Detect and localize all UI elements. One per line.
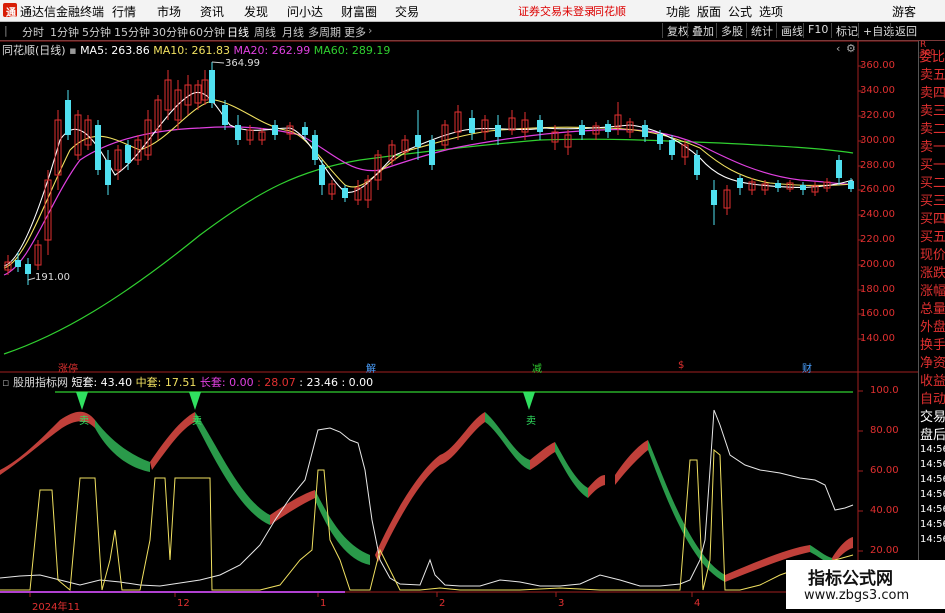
quote-label: 收益: [920, 374, 945, 389]
quote-label: 卖一: [920, 140, 945, 155]
tick-time: 14:56: [920, 459, 945, 470]
axis-label: 320.00: [860, 110, 895, 121]
tick-time: 14:56: [920, 444, 945, 455]
quote-label: 涨幅: [920, 284, 945, 299]
event-marker[interactable]: 减: [532, 360, 542, 375]
date-label: 4: [694, 598, 701, 609]
indicator-value: : 0.00: [341, 376, 374, 389]
event-marker[interactable]: 解: [366, 360, 376, 375]
sell-signal-label: 卖: [192, 416, 202, 427]
indicator-axis-label: 40.00: [870, 505, 899, 516]
quote-label: 卖四: [920, 86, 945, 101]
quote-label: 现价: [920, 248, 945, 263]
indicator-axis-label: 60.00: [870, 465, 899, 476]
indicator-axis-label: 100.0: [870, 385, 899, 396]
axis-label: 220.00: [860, 234, 895, 245]
quote-label: 外盘: [920, 320, 945, 335]
axis-label: 260.00: [860, 184, 895, 195]
axis-label: 140.00: [860, 333, 895, 344]
checkbox-icon[interactable]: ▪: [69, 44, 76, 57]
ma-legend: 同花顺(日线) ▪ MA5: 263.86 MA10: 261.83 MA20:…: [2, 42, 390, 58]
watermark-url: www.zbgs3.com: [804, 588, 910, 603]
indicator-legend: ▫ 股朋指标网 短套: 43.40 中套: 17.51 长套: 0.00 : 2…: [2, 374, 373, 390]
indicator-value: 长套: 0.00: [199, 376, 254, 389]
axis-label: 180.00: [860, 284, 895, 295]
quote-label: 净资: [920, 356, 945, 371]
sell-signal-label: 卖: [526, 416, 536, 427]
tick-time: 14:56: [920, 519, 945, 530]
quote-side-panel: R 300 委比 卖五 卖四 卖三 卖二 卖一 买一 买二 买三 买四 买五 现…: [918, 40, 945, 609]
date-label: 1: [320, 598, 327, 609]
indicator-value: : 23.46: [299, 376, 338, 389]
axis-label: 340.00: [860, 85, 895, 96]
axis-label: 280.00: [860, 160, 895, 171]
tick-time: 14:56: [920, 504, 945, 515]
axis-label: 240.00: [860, 209, 895, 220]
event-marker[interactable]: $: [678, 360, 684, 371]
stock-name: 同花顺(日线): [2, 44, 66, 57]
indicator-axis-label: 20.00: [870, 545, 899, 556]
low-price-label: 191.00: [35, 272, 70, 283]
event-marker[interactable]: 财: [802, 360, 812, 375]
axis-label: 200.00: [860, 259, 895, 270]
quote-label: 卖五: [920, 68, 945, 83]
quote-label: 买三: [920, 194, 945, 209]
high-price-label: 364.99: [225, 58, 260, 69]
auto-trade-label[interactable]: 自动: [920, 388, 945, 407]
axis-label: 360.00: [860, 60, 895, 71]
ma5-label: MA5: 263.86: [80, 44, 150, 57]
tick-time: 14:56: [920, 489, 945, 500]
quote-label: 卖二: [920, 122, 945, 137]
watermark: 指标公式网 www.zbgs3.com: [786, 560, 945, 609]
quote-label: 委比: [919, 50, 945, 65]
date-label: 2024年11: [32, 602, 81, 613]
indicator-value: 中套: 17.51: [135, 376, 197, 389]
quote-label: 总量: [920, 302, 945, 317]
date-label: 12: [177, 598, 190, 609]
quote-label: 卖三: [920, 104, 945, 119]
ma20-label: MA20: 262.99: [233, 44, 311, 57]
quote-label: 涨跌: [920, 266, 945, 281]
ma10-label: MA10: 261.83: [153, 44, 230, 57]
indicator-value: 短套: 43.40: [71, 376, 133, 389]
chevron-left-icon[interactable]: ‹: [836, 42, 840, 55]
tick-time: 14:56: [920, 534, 945, 545]
indicator-value: : 28.07: [257, 376, 296, 389]
kline-chart[interactable]: [0, 0, 945, 609]
trade-label[interactable]: 交易: [920, 406, 945, 425]
sell-signal-label: 卖: [79, 416, 89, 427]
indicator-name[interactable]: 股朋指标网: [13, 376, 68, 389]
axis-label: 300.00: [860, 135, 895, 146]
after-hours-label[interactable]: 盘后: [920, 424, 945, 443]
checkbox-icon[interactable]: ▫: [2, 376, 9, 389]
quote-label: 买四: [920, 212, 945, 227]
quote-label: 买五: [920, 230, 945, 245]
quote-label: 换手: [920, 338, 945, 353]
event-marker[interactable]: 涨停: [58, 360, 78, 375]
tick-time: 14:56: [920, 474, 945, 485]
indicator-axis-label: 80.00: [870, 425, 899, 436]
watermark-title: 指标公式网: [808, 569, 893, 589]
settings-icon[interactable]: ⚙: [846, 42, 856, 55]
quote-label: 买一: [920, 158, 945, 173]
quote-label: 买二: [920, 176, 945, 191]
date-label: 2: [439, 598, 446, 609]
axis-label: 160.00: [860, 308, 895, 319]
ma60-label: MA60: 289.19: [313, 44, 391, 57]
date-label: 3: [558, 598, 565, 609]
